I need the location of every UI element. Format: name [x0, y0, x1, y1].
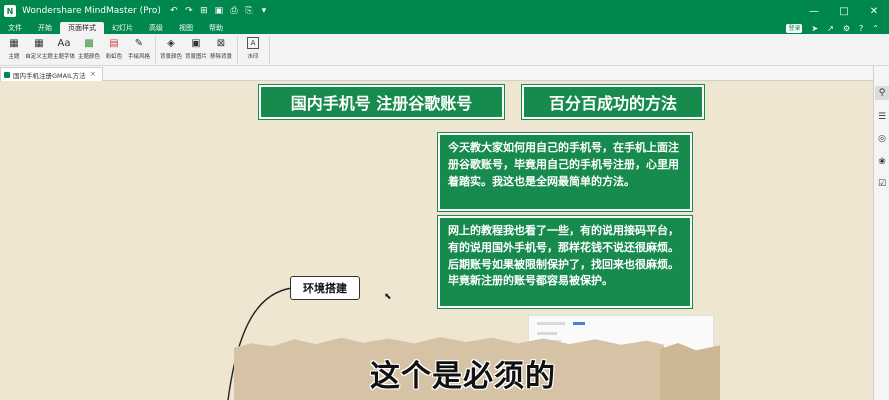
main-topic-right[interactable]: 百分百成功的方法: [522, 85, 704, 119]
font-icon: Aa: [57, 37, 71, 49]
help-icon[interactable]: ?: [859, 24, 863, 33]
theme-button[interactable]: ▦ 主题: [2, 34, 26, 64]
remove-background-button[interactable]: ⊠ 移除背景: [209, 34, 233, 64]
main-topic-left[interactable]: 国内手机号 注册谷歌账号: [259, 85, 504, 119]
tab-view[interactable]: 视图: [171, 22, 201, 34]
customize-dropdown-icon[interactable]: ▾: [259, 6, 269, 16]
quick-access-toolbar: ↶ ↷ ⊞ ▣ ⎙ ⎘ ▾: [169, 6, 269, 16]
outline-list-icon[interactable]: ☰: [875, 110, 889, 124]
settings-icon[interactable]: ⚙: [843, 24, 850, 33]
clipart-icon[interactable]: ❀: [875, 155, 889, 169]
rainbow-button[interactable]: ▤ 彩虹色: [102, 34, 126, 64]
background-image-button[interactable]: ▣ 背景图片: [184, 34, 208, 64]
minimize-button[interactable]: —: [799, 0, 829, 22]
image-icon: ▣: [191, 37, 201, 49]
document-tab-title: 国内手机注册GMAIL方法: [13, 71, 86, 80]
document-icon: [4, 71, 10, 78]
watermark-button[interactable]: A 水印: [241, 34, 265, 64]
open-icon[interactable]: ▣: [214, 6, 224, 16]
pen-icon: ✎: [134, 37, 144, 49]
ribbon-divider: [155, 36, 156, 64]
watermark-icon: A: [247, 37, 259, 49]
login-button[interactable]: 登录: [786, 23, 803, 33]
right-sidebar: ⚲ ☰ ◎ ❀ ☑: [873, 66, 889, 400]
undo-icon[interactable]: ↶: [169, 6, 179, 16]
remove-background-icon: ⊠: [216, 37, 226, 49]
format-brush-icon[interactable]: ⚲: [875, 86, 889, 100]
tab-file[interactable]: 文件: [0, 22, 30, 34]
new-icon[interactable]: ⊞: [199, 6, 209, 16]
paragraph-topic-2[interactable]: 网上的教程我也看了一些，有的说用接码平台，有的说用国外手机号，那样花钱不说还很麻…: [438, 216, 692, 308]
tab-advanced[interactable]: 高级: [141, 22, 171, 34]
theme-color-button[interactable]: ▩ 主题颜色: [77, 34, 101, 64]
ribbon-divider: [237, 36, 238, 64]
rainbow-icon: ▤: [109, 37, 119, 49]
tab-home[interactable]: 开始: [30, 22, 60, 34]
subtopic-node[interactable]: 环境搭建: [290, 276, 360, 300]
palette-icon: ▩: [84, 37, 94, 49]
app-logo-icon: N: [4, 5, 16, 17]
mindmap-canvas[interactable]: 国内手机号 注册谷歌账号 百分百成功的方法 今天教大家如何用自己的手机号，在手机…: [0, 81, 873, 400]
redo-icon[interactable]: ↷: [184, 6, 194, 16]
custom-theme-button[interactable]: ▦ 自定义主题: [25, 34, 53, 64]
publish-icon[interactable]: ↗: [827, 24, 834, 33]
close-tab-icon[interactable]: ×: [90, 70, 96, 78]
task-icon[interactable]: ☑: [875, 177, 889, 191]
print-icon[interactable]: ⎙: [229, 6, 239, 16]
export-icon[interactable]: ⎘: [244, 6, 254, 16]
theme-font-button[interactable]: Aa 主题字体: [52, 34, 76, 64]
ribbon-toolbar: ▦ 主题 ▦ 自定义主题 Aa 主题字体 ▩ 主题颜色 ▤ 彩虹色 ✎ 手绘风格…: [0, 34, 889, 66]
caption-text: 这个是必须的: [370, 359, 556, 394]
paragraph-topic-1[interactable]: 今天教大家如何用自己的手机号，在手机上面注册谷歌账号，毕竟用自己的手机号注册，心…: [438, 133, 692, 211]
close-button[interactable]: ✕: [859, 0, 889, 22]
mouse-cursor-icon: ⬉: [384, 292, 392, 302]
ribbon-divider: [269, 36, 270, 64]
tab-slides[interactable]: 幻灯片: [104, 22, 141, 34]
menu-right-tools: 登录 ➤ ↗ ⚙ ? ⌃: [786, 22, 879, 34]
app-title: Wondershare MindMaster (Pro): [22, 6, 161, 16]
document-tab-bar: 国内手机注册GMAIL方法 ×: [0, 66, 873, 81]
app-window: N Wondershare MindMaster (Pro) ↶ ↷ ⊞ ▣ ⎙…: [0, 0, 889, 400]
document-tab[interactable]: 国内手机注册GMAIL方法 ×: [0, 67, 103, 81]
grid-icon: ▦: [34, 37, 44, 49]
menu-bar: 文件 开始 页面样式 幻灯片 高级 视图 帮助 登录 ➤ ↗ ⚙ ? ⌃: [0, 22, 889, 34]
tab-help[interactable]: 帮助: [201, 22, 231, 34]
title-bar: N Wondershare MindMaster (Pro) ↶ ↷ ⊞ ▣ ⎙…: [0, 0, 889, 22]
hand-drawn-button[interactable]: ✎ 手绘风格: [127, 34, 151, 64]
tab-page-style[interactable]: 页面样式: [60, 22, 104, 34]
collapse-ribbon-icon[interactable]: ⌃: [872, 24, 879, 33]
paint-bucket-icon: ◈: [167, 37, 175, 49]
maximize-button[interactable]: □: [829, 0, 859, 22]
share-icon[interactable]: ➤: [811, 24, 818, 33]
icon-library-icon[interactable]: ◎: [875, 132, 889, 146]
grid-icon: ▦: [9, 37, 19, 49]
window-controls: — □ ✕: [799, 0, 889, 22]
torn-paper-image: [660, 343, 720, 400]
background-color-button[interactable]: ◈ 背景颜色: [159, 34, 183, 64]
